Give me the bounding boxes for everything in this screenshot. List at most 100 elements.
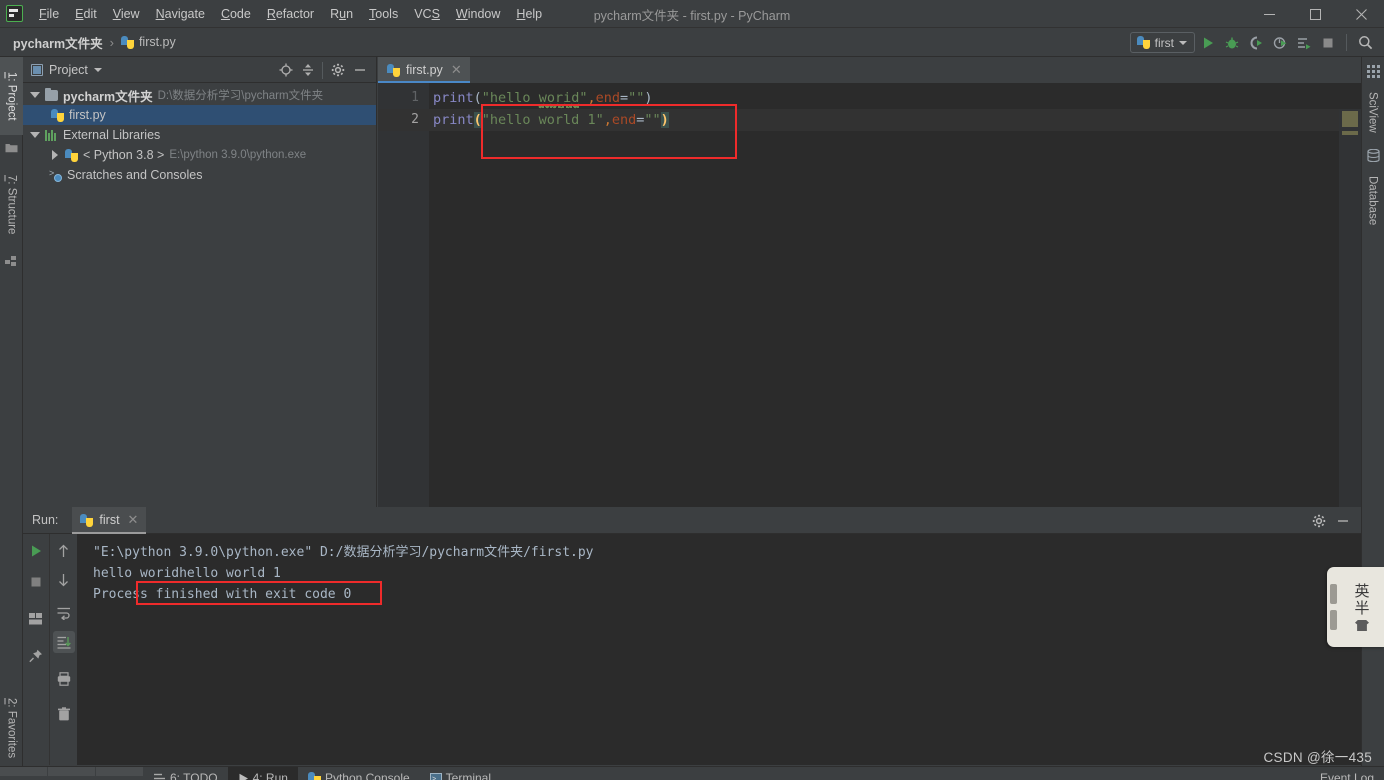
settings-icon[interactable] — [327, 60, 348, 81]
menu-item-run[interactable]: Run — [322, 3, 361, 25]
menu-item-window[interactable]: Window — [448, 3, 508, 25]
layout-icon[interactable] — [25, 608, 47, 630]
delete-icon[interactable] — [53, 703, 75, 725]
tree-node-project-root[interactable]: pycharm文件夹 D:\数据分析学习\pycharm文件夹 — [23, 85, 376, 105]
hide-icon[interactable] — [349, 60, 370, 81]
up-arrow-icon[interactable] — [53, 540, 75, 562]
chevron-down-icon[interactable] — [29, 90, 40, 101]
python-icon — [65, 148, 78, 162]
code-text[interactable]: print("hello worid",end="") print("hello… — [429, 83, 1361, 507]
sidebar-item-favorites[interactable]: 2: Favorites — [0, 684, 23, 772]
run-tool-window: Run: first ✕ "E:\python 3.9.0\python.exe… — [23, 506, 1361, 765]
menu-item-edit[interactable]: Edit — [67, 3, 105, 25]
tree-node-python-sdk[interactable]: < Python 3.8 > E:\python 3.9.0\python.ex… — [23, 145, 376, 165]
settings-icon[interactable] — [1308, 510, 1329, 531]
minimize-button[interactable] — [1246, 0, 1292, 28]
stop-icon[interactable] — [25, 571, 47, 593]
chevron-down-icon[interactable] — [29, 130, 40, 141]
run-panel-header: Run: first ✕ — [23, 506, 1361, 534]
tree-node-label: Scratches and Consoles — [67, 168, 203, 182]
sidebar-item-project[interactable]: 1: Project — [0, 57, 23, 135]
database-label: Database — [1366, 176, 1379, 226]
print-icon[interactable] — [53, 668, 75, 690]
sidebar-item-structure[interactable]: 7: Structure — [0, 161, 23, 249]
menu-item-code[interactable]: Code — [213, 3, 259, 25]
editor-tab-first-py[interactable]: first.py ✕ — [378, 57, 470, 83]
hide-icon[interactable] — [1332, 510, 1353, 531]
rerun-icon[interactable] — [25, 540, 47, 562]
run-console-output[interactable]: "E:\python 3.9.0\python.exe" D:/数据分析学习/p… — [77, 534, 1361, 765]
watermark: CSDN @徐一435 — [1263, 750, 1372, 765]
search-everywhere-button[interactable] — [1354, 32, 1376, 54]
profile-button[interactable] — [1269, 32, 1291, 54]
code-editor[interactable]: 1 2 print("hello worid",end="") print("h… — [378, 83, 1361, 533]
ime-drag-handle[interactable] — [1330, 584, 1340, 630]
ime-floating-widget[interactable]: 英 半 — [1327, 567, 1384, 647]
soft-wrap-icon[interactable] — [53, 602, 75, 624]
project-tool-window: Project pycharm文件夹 D:\数据分析学习\pycharm文件夹 … — [23, 57, 377, 507]
status-item-todo[interactable]: 6: TODO — [144, 767, 228, 780]
tree-node-path: D:\数据分析学习\pycharm文件夹 — [157, 90, 324, 102]
breadcrumb-project[interactable]: pycharm文件夹 — [9, 31, 107, 54]
menu-item-file[interactable]: File — [31, 3, 67, 25]
breadcrumb: pycharm文件夹 › first.py — [0, 31, 180, 54]
tree-node-first-py[interactable]: first.py — [23, 105, 376, 125]
status-item-run[interactable]: 4: Run — [227, 767, 298, 780]
sidebar-item-database[interactable]: Database — [1361, 165, 1384, 237]
sidebar-item-sciview[interactable]: SciView — [1361, 81, 1384, 143]
status-item-label: 4: Run — [252, 771, 288, 780]
scroll-to-end-icon[interactable] — [52, 631, 75, 653]
tree-node-scratches[interactable]: >_ Scratches and Consoles — [23, 165, 376, 185]
debug-button[interactable] — [1221, 32, 1243, 54]
menu-item-vcs[interactable]: VCS — [406, 3, 448, 25]
close-icon[interactable]: ✕ — [451, 62, 462, 78]
shirt-icon[interactable] — [1355, 620, 1369, 631]
menu-item-navigate[interactable]: Navigate — [148, 3, 213, 25]
project-panel-actions — [275, 57, 370, 83]
status-item-label: Python Console — [324, 771, 410, 780]
todo-icon — [154, 773, 165, 779]
menu-item-tools[interactable]: Tools — [361, 3, 406, 25]
project-panel-title-group[interactable]: Project — [31, 63, 102, 77]
close-button[interactable] — [1338, 0, 1384, 28]
collapse-all-icon[interactable] — [297, 60, 318, 81]
marker-line — [1342, 131, 1358, 135]
editor-tab-label: first.py — [406, 63, 443, 77]
navigation-bar: pycharm文件夹 › first.py first — [0, 28, 1384, 57]
console-line: "E:\python 3.9.0\python.exe" D:/数据分析学习/p… — [93, 545, 594, 560]
run-configuration-selector[interactable]: first — [1129, 32, 1195, 53]
title-bar: File Edit View Navigate Code Refactor Ru… — [0, 0, 1384, 28]
folder-icon — [5, 141, 18, 154]
tree-node-path: E:\python 3.9.0\python.exe — [169, 149, 307, 161]
run-button[interactable] — [1197, 32, 1219, 54]
editor-markers-strip[interactable] — [1339, 109, 1361, 533]
window-controls — [1246, 0, 1384, 28]
menu-item-help[interactable]: Help — [508, 3, 550, 25]
breadcrumb-file[interactable]: first.py — [117, 33, 180, 51]
run-tab-first[interactable]: first ✕ — [72, 506, 147, 534]
locate-icon[interactable] — [275, 60, 296, 81]
maximize-button[interactable] — [1292, 0, 1338, 28]
tree-node-label: first.py — [69, 108, 106, 122]
status-item-terminal[interactable]: >_ Terminal — [420, 767, 501, 780]
tree-node-external-libraries[interactable]: External Libraries — [23, 125, 376, 145]
breadcrumb-separator: › — [109, 34, 114, 50]
editor-gutter[interactable]: 1 2 — [378, 83, 429, 507]
editor-tab-bar: first.py ✕ — [378, 57, 1361, 83]
pycharm-logo-icon — [6, 5, 23, 22]
down-arrow-icon[interactable] — [53, 569, 75, 591]
menu-item-view[interactable]: View — [105, 3, 148, 25]
status-item-python-console[interactable]: Python Console — [298, 767, 420, 780]
python-file-icon — [120, 35, 134, 49]
stop-button[interactable] — [1317, 32, 1339, 54]
pin-icon[interactable] — [25, 645, 47, 667]
ime-width-label[interactable]: 半 — [1354, 600, 1369, 617]
chevron-right-icon[interactable] — [49, 150, 60, 161]
close-icon[interactable]: ✕ — [128, 512, 139, 528]
status-item-event-log[interactable]: Event Log — [1310, 767, 1384, 780]
project-panel-header: Project — [23, 57, 376, 83]
ime-mode-label[interactable]: 英 — [1354, 583, 1369, 600]
menu-item-refactor[interactable]: Refactor — [259, 3, 322, 25]
run-with-parameters-button[interactable] — [1293, 32, 1315, 54]
run-coverage-button[interactable] — [1245, 32, 1267, 54]
